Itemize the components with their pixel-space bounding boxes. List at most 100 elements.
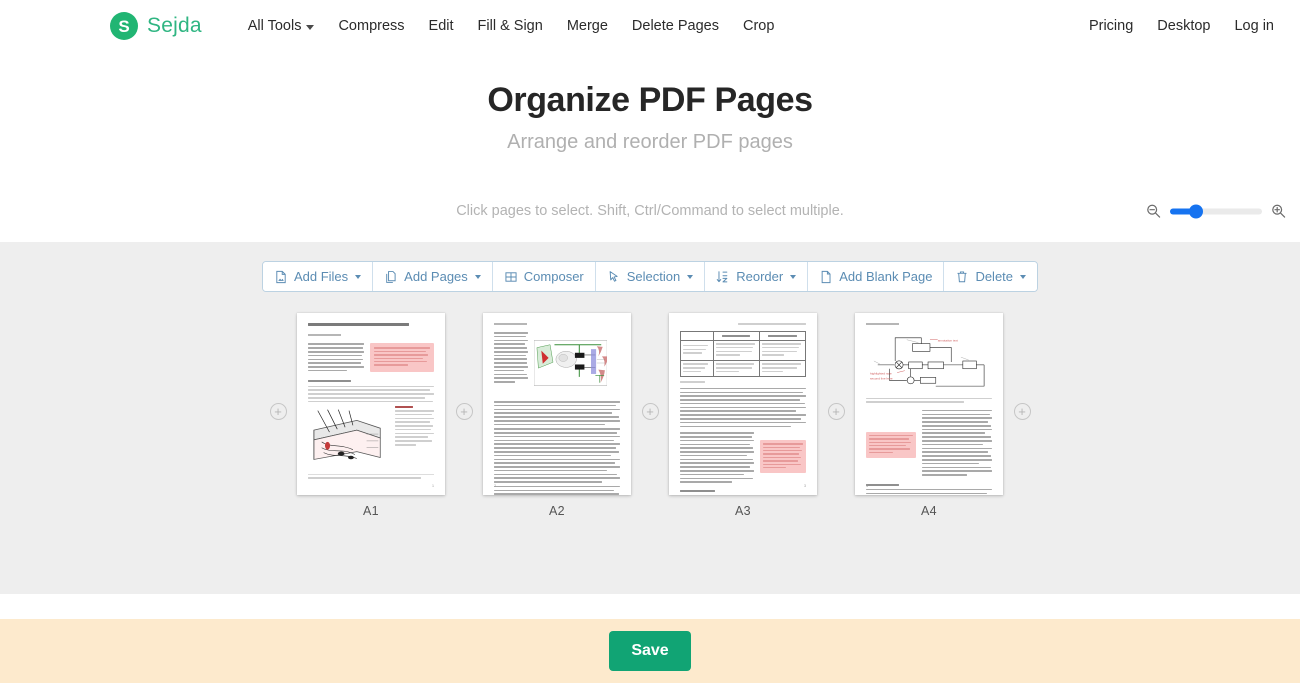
nav-item-all-tools[interactable]: All Tools <box>248 18 315 34</box>
page-thumbnail-a2[interactable]: 2 A2 <box>483 313 631 518</box>
reorder-button[interactable]: Reorder <box>705 262 809 291</box>
doc-page-number: 2 <box>494 484 496 488</box>
doc-footnote <box>308 474 434 479</box>
zoom-slider-thumb[interactable] <box>1188 204 1203 218</box>
doc-body-text <box>680 387 806 428</box>
insert-page-slot-0[interactable]: + <box>259 313 297 509</box>
table-row <box>680 339 807 362</box>
sejda-logo[interactable]: S Sejda <box>110 12 202 40</box>
footer-spacer <box>0 594 1300 619</box>
page-thumbnail-a4[interactable]: annotation text highlighted note second … <box>855 313 1003 518</box>
sejda-wordmark: Sejda <box>147 14 202 37</box>
page-card[interactable]: annotation text highlighted note second … <box>855 313 1003 495</box>
add-pages-button[interactable]: Add Pages <box>373 262 493 291</box>
secondary-nav-links: Pricing Desktop Log in <box>1089 18 1274 34</box>
page-thumbnails-strip: + 1 A1 + 2 A2 + 3 A3 + annotation text h… <box>0 313 1300 518</box>
doc-section-heading <box>308 379 434 382</box>
page-title: Organize PDF Pages <box>487 81 813 119</box>
doc-highlight-box <box>866 431 916 459</box>
svg-text:annotation text: annotation text <box>938 339 958 343</box>
composer-label: Composer <box>523 269 584 284</box>
organizer-toolbar: Add Files Add Pages Composer Selection R… <box>0 261 1300 292</box>
page-subtitle: Arrange and reorder PDF pages <box>507 131 793 153</box>
doc-section-heading <box>866 483 992 486</box>
add-blank-page-button[interactable]: Add Blank Page <box>808 262 945 291</box>
page-thumbnail-a1[interactable]: 1 A1 <box>297 313 445 518</box>
doc-highlight-box <box>370 343 434 372</box>
nav-label-all-tools: All Tools <box>247 18 302 34</box>
page-card[interactable]: 3 <box>669 313 817 495</box>
plus-circle-icon: + <box>641 402 659 420</box>
doc-highlight-box <box>760 440 806 474</box>
doc-author-line <box>308 334 341 337</box>
sejda-mark-icon: S <box>110 12 138 40</box>
add-files-label: Add Files <box>293 269 349 284</box>
doc-body-column <box>494 332 528 394</box>
add-files-button[interactable]: Add Files <box>262 262 374 291</box>
zoom-slider[interactable] <box>1170 204 1262 218</box>
magnifier-plus-icon[interactable] <box>1271 204 1286 219</box>
magnifier-minus-icon[interactable] <box>1146 204 1161 219</box>
nav-item-merge[interactable]: Merge <box>567 18 608 34</box>
chevron-down-icon <box>474 274 481 279</box>
insert-page-slot-4[interactable]: + <box>1003 313 1041 509</box>
doc-table-caption <box>680 381 806 383</box>
nav-item-delete-pages[interactable]: Delete Pages <box>632 18 719 34</box>
neural-pathway-figure <box>533 340 607 386</box>
chevron-down-icon <box>355 274 362 279</box>
page-preview-content: 3 <box>669 313 817 495</box>
selection-hint-bar: Click pages to select. Shift, Ctrl/Comma… <box>0 180 1300 242</box>
plus-circle-icon: + <box>1013 402 1031 420</box>
action-footer: Save <box>0 619 1300 683</box>
sejda-mark-letter: S <box>118 16 130 36</box>
nav-item-desktop[interactable]: Desktop <box>1157 18 1210 34</box>
delete-button[interactable]: Delete <box>944 262 1038 291</box>
selection-button[interactable]: Selection <box>595 262 706 291</box>
doc-title-line <box>308 323 409 327</box>
doc-page-number: 4 <box>866 484 868 488</box>
nav-item-fill-and-sign[interactable]: Fill & Sign <box>478 18 543 34</box>
page-organizer-workspace: Add Files Add Pages Composer Selection R… <box>0 242 1300 594</box>
page-preview-content: 1 <box>297 313 445 495</box>
insert-page-slot-2[interactable]: + <box>631 313 669 509</box>
page-card[interactable]: 2 <box>483 313 631 495</box>
plus-circle-icon: + <box>269 402 287 420</box>
doc-body-text-2 <box>866 488 992 495</box>
nav-item-edit[interactable]: Edit <box>429 18 454 34</box>
nav-item-crop[interactable]: Crop <box>743 18 774 34</box>
table-row <box>680 331 807 341</box>
chevron-down-icon <box>687 274 694 279</box>
figure-caption <box>392 406 434 468</box>
doc-body-column <box>308 343 364 373</box>
page-preview-content: annotation text highlighted note second … <box>855 313 1003 495</box>
nav-item-pricing[interactable]: Pricing <box>1089 18 1133 34</box>
nav-item-compress[interactable]: Compress <box>338 18 404 34</box>
primary-nav-links: All Tools Compress Edit Fill & Sign Merg… <box>248 18 775 34</box>
composer-button[interactable]: Composer <box>492 262 596 291</box>
page-label-a1: A1 <box>363 504 379 518</box>
add-blank-page-label: Add Blank Page <box>839 269 933 284</box>
page-preview-content: 2 <box>483 313 631 495</box>
doc-page-number: 1 <box>432 484 434 488</box>
page-card[interactable]: 1 <box>297 313 445 495</box>
doc-section-heading <box>680 490 806 493</box>
doc-page-number: 3 <box>804 484 806 488</box>
add-pages-label: Add Pages <box>404 269 468 284</box>
doc-body-text <box>494 401 620 495</box>
chevron-down-icon <box>790 274 797 279</box>
reorder-label: Reorder <box>736 269 784 284</box>
save-button[interactable]: Save <box>609 631 691 671</box>
doc-body-text <box>308 385 434 403</box>
plus-circle-icon: + <box>827 402 845 420</box>
chevron-down-icon <box>1020 274 1027 279</box>
page-label-a2: A2 <box>549 504 565 518</box>
selection-hint-text: Click pages to select. Shift, Ctrl/Comma… <box>456 203 844 219</box>
nav-item-log-in[interactable]: Log in <box>1234 18 1274 34</box>
insert-page-slot-1[interactable]: + <box>445 313 483 509</box>
page-thumbnail-a3[interactable]: 3 A3 <box>669 313 817 518</box>
insert-page-slot-3[interactable]: + <box>817 313 855 509</box>
doc-running-header <box>680 323 806 325</box>
zoom-control <box>1146 204 1286 219</box>
skin-cross-section-figure <box>313 409 381 461</box>
chevron-down-icon <box>306 24 315 30</box>
